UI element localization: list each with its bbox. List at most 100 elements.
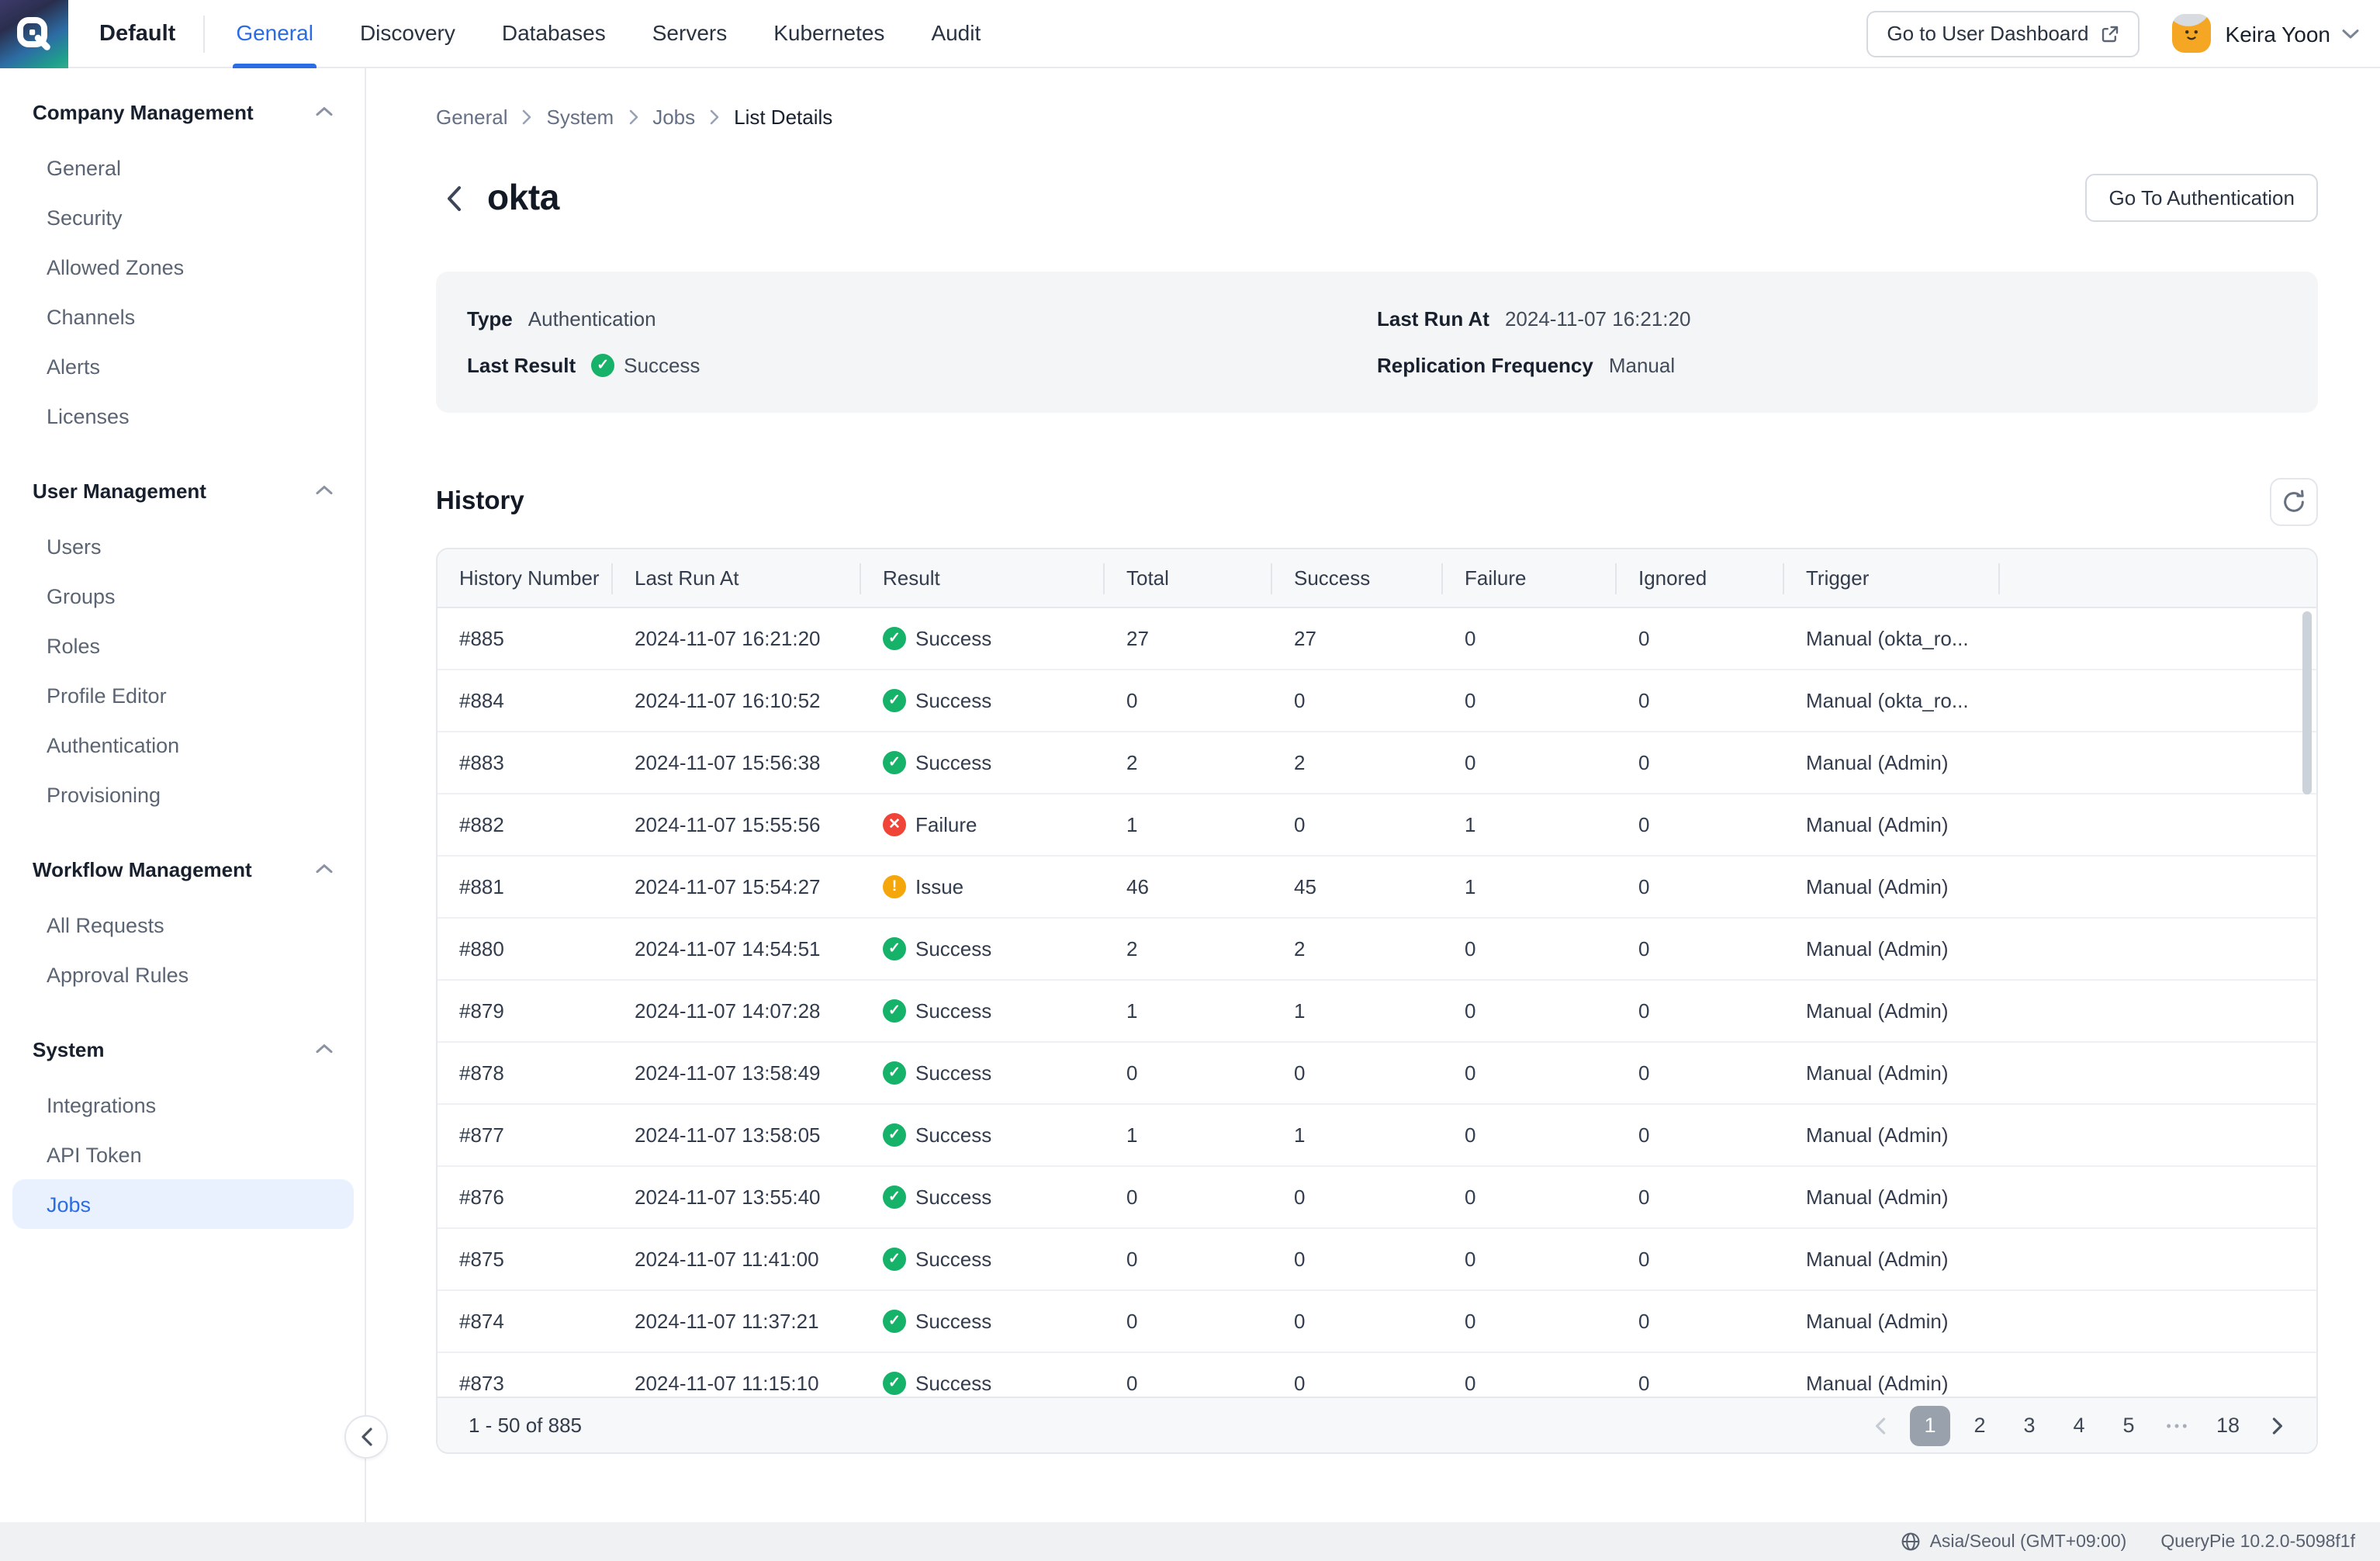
pagination-next-button[interactable] xyxy=(2257,1405,2298,1445)
table-row[interactable]: #883 2024-11-07 15:56:38 ✓ Success 2 2 0 0 Manua… xyxy=(438,732,2316,794)
pagination-page-18[interactable]: 18 xyxy=(2208,1405,2248,1445)
cell-history-number: #881 xyxy=(459,875,504,898)
table-row[interactable]: #876 2024-11-07 13:55:40 ✓ Success 0 0 0 0 Manua… xyxy=(438,1167,2316,1229)
user-menu[interactable]: Keira Yoon xyxy=(2140,14,2360,53)
result-label: Success xyxy=(915,751,992,774)
sidebar-item-roles[interactable]: Roles xyxy=(12,621,354,670)
table-row[interactable]: #879 2024-11-07 14:07:28 ✓ Success 1 1 0 0 Manua… xyxy=(438,981,2316,1043)
tab-kubernetes[interactable]: Kubernetes xyxy=(773,0,884,67)
pagination-page-2[interactable]: 2 xyxy=(1960,1405,2000,1445)
cell-total: 1 xyxy=(1126,1123,1138,1147)
breadcrumb-item-system[interactable]: System xyxy=(547,106,614,129)
cell-ignored: 0 xyxy=(1638,1372,1650,1395)
sidebar-item-channels[interactable]: Channels xyxy=(12,292,354,341)
column-header-last-run-at: Last Run At xyxy=(613,562,861,594)
sidebar-item-jobs[interactable]: Jobs xyxy=(12,1179,354,1229)
cell-total: 0 xyxy=(1126,689,1138,712)
cell-total: 27 xyxy=(1126,627,1149,650)
type-value: Authentication xyxy=(528,307,656,331)
table-row[interactable]: #884 2024-11-07 16:10:52 ✓ Success 0 0 0 0 Manua… xyxy=(438,670,2316,732)
cell-result: ✓ Success xyxy=(861,627,1105,650)
pagination-page-3[interactable]: 3 xyxy=(2009,1405,2050,1445)
success-check-icon: ✓ xyxy=(591,353,615,377)
table-row[interactable]: #881 2024-11-07 15:54:27! Issue 46 45 1 0 Manua… xyxy=(438,857,2316,919)
sidebar-item-authentication[interactable]: Authentication xyxy=(12,720,354,770)
pagination-prev-button[interactable] xyxy=(1860,1405,1901,1445)
tab-servers[interactable]: Servers xyxy=(652,0,727,67)
tab-general[interactable]: General xyxy=(233,0,317,67)
last-run-at-value: 2024-11-07 16:21:20 xyxy=(1504,307,1691,331)
back-button[interactable] xyxy=(436,179,470,216)
cell-last-run-at: 2024-11-07 15:56:38 xyxy=(635,751,821,774)
breadcrumb-item-general[interactable]: General xyxy=(436,106,508,129)
cell-history-number: #874 xyxy=(459,1310,504,1333)
result-label: Success xyxy=(915,1310,992,1333)
last-run-at-label: Last Run At xyxy=(1377,307,1489,331)
sidebar-section-header-system[interactable]: System xyxy=(0,1033,365,1064)
timezone: Asia/Seoul (GMT+09:00) xyxy=(1901,1532,2126,1552)
sidebar-section-header-user-management[interactable]: User Management xyxy=(0,475,365,506)
sidebar-item-allowed-zones[interactable]: Allowed Zones xyxy=(12,242,354,292)
success-status-icon: ✓ xyxy=(883,999,906,1023)
cell-last-run-at: 2024-11-07 14:54:51 xyxy=(635,937,821,960)
column-header-result: Result xyxy=(861,562,1105,594)
pagination-page-1[interactable]: 1 xyxy=(1910,1405,1950,1445)
table-scrollbar[interactable] xyxy=(2302,611,2312,794)
cell-trigger: Manual (Admin) xyxy=(1806,875,1949,898)
tab-databases[interactable]: Databases xyxy=(502,0,606,67)
cell-history-number: #877 xyxy=(459,1123,504,1147)
cell-result: ✓ Success xyxy=(861,689,1105,712)
page-title-row: okta Go To Authentication xyxy=(436,174,2318,222)
tab-discovery[interactable]: Discovery xyxy=(360,0,455,67)
sidebar-item-groups[interactable]: Groups xyxy=(12,571,354,621)
sidebar-item-security[interactable]: Security xyxy=(12,192,354,242)
sidebar-item-approval-rules[interactable]: Approval Rules xyxy=(12,950,354,999)
sidebar-item-alerts[interactable]: Alerts xyxy=(12,341,354,391)
sidebar-item-api-token[interactable]: API Token xyxy=(12,1130,354,1179)
cell-success: 45 xyxy=(1294,875,1316,898)
sidebar-collapse-button[interactable] xyxy=(344,1415,388,1459)
pagination-pages: 1 2 3 4 5 ••• 18 xyxy=(1860,1405,2298,1445)
sidebar-item-provisioning[interactable]: Provisioning xyxy=(12,770,354,819)
pagination-page-4[interactable]: 4 xyxy=(2059,1405,2099,1445)
tab-audit[interactable]: Audit xyxy=(931,0,981,67)
chevron-up-icon xyxy=(315,484,334,497)
sidebar-item-integrations[interactable]: Integrations xyxy=(12,1080,354,1130)
breadcrumb-item-jobs[interactable]: Jobs xyxy=(652,106,695,129)
top-navbar: Default General Discovery Databases Servers… xyxy=(0,0,2380,68)
cell-success: 1 xyxy=(1294,1123,1306,1147)
table-row[interactable]: #877 2024-11-07 13:58:05 ✓ Success 1 1 0 0 Manua… xyxy=(438,1105,2316,1167)
table-row[interactable]: #878 2024-11-07 13:58:49 ✓ Success 0 0 0 0 Manua… xyxy=(438,1043,2316,1105)
cell-last-run-at: 2024-11-07 14:07:28 xyxy=(635,999,821,1023)
cell-last-run-at: 2024-11-07 11:41:00 xyxy=(635,1248,819,1271)
sidebar-item-licenses[interactable]: Licenses xyxy=(12,391,354,441)
field-replication-frequency: Replication Frequency Manual xyxy=(1377,351,2287,379)
cell-failure: 0 xyxy=(1465,689,1476,712)
sidebar-section-header-workflow-management[interactable]: Workflow Management xyxy=(0,853,365,884)
table-row[interactable]: #874 2024-11-07 11:37:21 ✓ Success 0 0 0 0 Manua… xyxy=(438,1291,2316,1353)
issue-status-icon: ! xyxy=(883,875,906,898)
sidebar-item-users[interactable]: Users xyxy=(12,521,354,571)
result-label: Success xyxy=(915,627,992,650)
go-to-authentication-button[interactable]: Go To Authentication xyxy=(2085,174,2318,222)
dashboard-button-label: Go to User Dashboard xyxy=(1887,22,2089,45)
sidebar-section-header-company-management[interactable]: Company Management xyxy=(0,96,365,127)
sidebar-item-profile-editor[interactable]: Profile Editor xyxy=(12,670,354,720)
table-row[interactable]: #885 2024-11-07 16:21:20 ✓ Success 27 27 0 0 Man… xyxy=(438,608,2316,670)
table-row[interactable]: #880 2024-11-07 14:54:51 ✓ Success 2 2 0 0 Manua… xyxy=(438,919,2316,981)
result-label: Success xyxy=(915,1248,992,1271)
cell-last-run-at: 2024-11-07 16:21:20 xyxy=(635,627,821,650)
refresh-button[interactable] xyxy=(2270,478,2318,526)
table-row[interactable]: #873 2024-11-07 11:15:10 ✓ Success 0 0 0 0 Manua… xyxy=(438,1353,2316,1397)
sidebar-item-general[interactable]: General xyxy=(12,143,354,192)
cell-result: ✓ Success xyxy=(861,1372,1105,1395)
sidebar-item-all-requests[interactable]: All Requests xyxy=(12,900,354,950)
table-row[interactable]: #882 2024-11-07 15:55:56 ✕ Failure 1 0 1 0 Manua… xyxy=(438,794,2316,857)
cell-failure: 0 xyxy=(1465,1185,1476,1209)
table-row[interactable]: #875 2024-11-07 11:41:00 ✓ Success 0 0 0 0 Manua… xyxy=(438,1229,2316,1291)
pagination-page-5[interactable]: 5 xyxy=(2108,1405,2149,1445)
sidebar: Company Management General Security Allowed… xyxy=(0,68,366,1522)
go-to-user-dashboard-button[interactable]: Go to User Dashboard xyxy=(1866,10,2140,57)
cell-trigger: Manual (Admin) xyxy=(1806,1248,1949,1271)
cell-history-number: #884 xyxy=(459,689,504,712)
